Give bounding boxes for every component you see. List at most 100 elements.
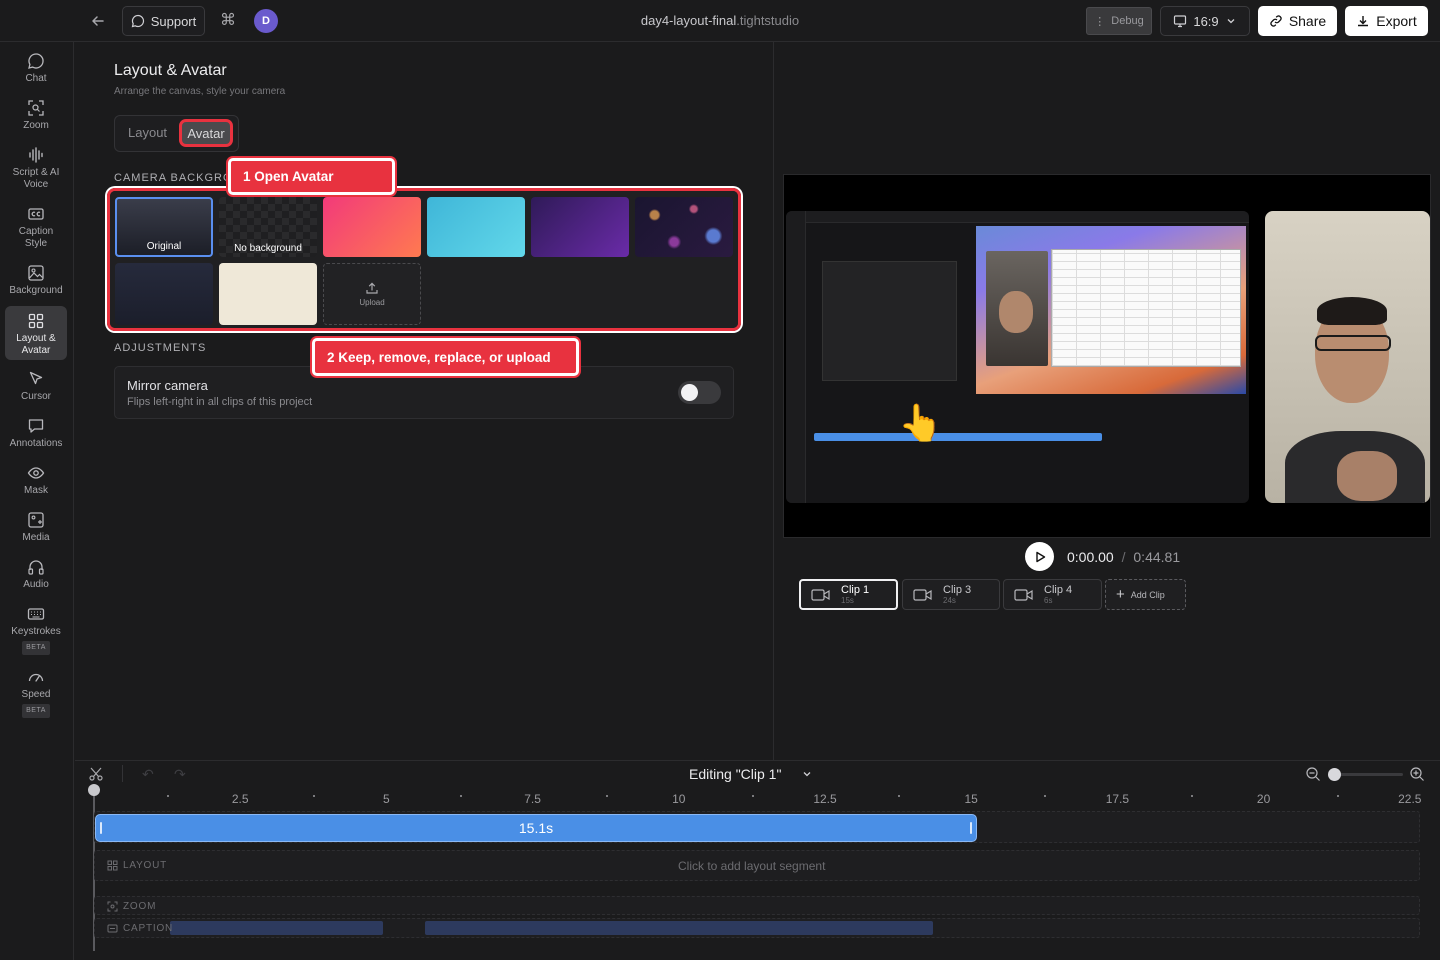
beta-badge: BETA (22, 641, 50, 655)
ruler-minor-tick (1336, 795, 1339, 797)
sidebar-item-caption-style[interactable]: Caption Style (5, 205, 67, 251)
sidebar-item-layout-avatar[interactable]: Layout & Avatar (5, 306, 67, 360)
clip-card-3[interactable]: Clip 3 24s (902, 579, 1000, 610)
clip-card-1[interactable]: Clip 1 15s (799, 579, 898, 610)
grid-layout-icon (28, 313, 44, 329)
clip-length: 24s (943, 596, 956, 605)
support-button[interactable]: Support (122, 6, 205, 36)
debug-button[interactable]: ⋮ Debug (1086, 7, 1152, 35)
grid-layout-icon (107, 860, 118, 871)
zoom-track-label: ZOOM (107, 901, 156, 912)
swatch-original[interactable]: Original (115, 197, 213, 257)
callout-keep-remove-replace: 2 Keep, remove, replace, or upload (312, 338, 579, 376)
clip-bar-handle-left[interactable] (100, 822, 102, 834)
current-time: 0:00.00 (1067, 549, 1114, 565)
sidebar-item-label: Media (22, 532, 50, 543)
aspect-ratio-select[interactable]: 16:9 (1160, 6, 1250, 36)
sidebar-item-media[interactable]: Media (5, 511, 67, 551)
sidebar-item-label: Audio (23, 579, 49, 590)
clip-card-4[interactable]: Clip 4 6s (1003, 579, 1102, 610)
layout-track-text: LAYOUT (123, 860, 168, 871)
swatch-purple-gradient[interactable] (531, 197, 629, 257)
swatch-bokeh[interactable] (635, 197, 733, 257)
layout-avatar-panel: Layout & Avatar Arrange the canvas, styl… (75, 42, 774, 760)
sidebar-item-zoom[interactable]: Zoom (5, 99, 67, 139)
swatch-navy[interactable] (115, 263, 213, 325)
tab-layout[interactable]: Layout (128, 125, 167, 140)
sidebar-item-label: Speed (21, 689, 51, 700)
clip-bar-label: 15.1s (518, 820, 554, 836)
swatch-cream[interactable] (219, 263, 317, 325)
clip-bar-handle-right[interactable] (970, 822, 972, 834)
export-button[interactable]: Export (1345, 6, 1428, 36)
playhead-handle[interactable] (88, 784, 100, 796)
sidebar-item-mask[interactable]: Mask (5, 464, 67, 504)
swatch-upload[interactable]: Upload (323, 263, 421, 325)
chevron-down-icon (1227, 19, 1235, 24)
caption-icon (28, 208, 44, 220)
sidebar-item-label: Annotations (9, 438, 63, 449)
sidebar-item-label: Chat (25, 73, 47, 84)
eye-icon (27, 467, 45, 479)
recording-face (999, 291, 1033, 333)
chat-bubble-icon (131, 14, 144, 28)
sidebar-item-annotations[interactable]: Annotations (5, 417, 67, 457)
command-icon[interactable]: ⌘ (220, 12, 236, 30)
sidebar-item-label: Keystrokes (11, 626, 61, 637)
video-preview[interactable]: 👆 (783, 174, 1431, 538)
swatch-cyan-gradient[interactable] (427, 197, 525, 257)
sidebar-item-script-ai-voice[interactable]: Script & AI Voice (5, 146, 67, 192)
recording-topbar (806, 211, 1249, 223)
beta-badge: BETA (22, 704, 50, 718)
caption-track-text: CAPTION (123, 923, 174, 934)
sidebar-item-label: Zoom (23, 120, 49, 131)
aspect-label: 16:9 (1193, 13, 1219, 29)
ruler-tick-label: 12.5 (813, 792, 837, 806)
tab-avatar[interactable]: Avatar (179, 119, 233, 147)
clip-name: Clip 4 (1044, 584, 1073, 596)
ruler-tick-label: 5 (383, 792, 390, 806)
ruler-minor-tick (751, 795, 754, 797)
sidebar-item-speed[interactable]: Speed BETA (5, 668, 67, 722)
zoom-track[interactable] (94, 896, 1420, 915)
sidebar: Chat Zoom Script & AI Voice Caption Styl… (0, 42, 74, 960)
swatch-pink-orange-gradient[interactable] (323, 197, 421, 257)
ruler-minor-tick (1044, 795, 1047, 797)
sidebar-item-cursor[interactable]: Cursor (5, 370, 67, 410)
keyboard-icon (27, 608, 45, 620)
add-clip-button[interactable]: + Add Clip (1105, 579, 1186, 610)
share-button[interactable]: Share (1258, 6, 1337, 36)
ruler-minor-tick (1190, 795, 1193, 797)
sidebar-item-label: Layout & Avatar (16, 333, 56, 356)
chat-icon (28, 53, 44, 69)
upload-icon (366, 282, 378, 294)
zoom-frame-icon (28, 100, 44, 116)
clip-card-text: Clip 3 24s (943, 584, 971, 605)
mirror-camera-toggle[interactable] (678, 381, 721, 404)
sidebar-item-audio[interactable]: Audio (5, 558, 67, 598)
webcam-overlay (1265, 211, 1430, 503)
link-icon (1270, 15, 1282, 27)
sidebar-item-background[interactable]: Background (5, 264, 67, 304)
clip-name: Clip 1 (841, 584, 870, 596)
ruler-tick-label: 20 (1256, 792, 1271, 806)
layout-track-label: LAYOUT (107, 860, 167, 871)
back-arrow-icon[interactable] (90, 13, 108, 29)
ruler-tick-label: 10 (672, 792, 686, 806)
project-filename[interactable]: day4-layout-final.tightstudio (560, 13, 880, 28)
play-button[interactable] (1025, 542, 1054, 571)
caption-segment-1[interactable] (170, 921, 383, 935)
plus-icon: + (1116, 585, 1125, 603)
video-camera-icon (1014, 588, 1033, 601)
ruler-tick-label: 7.5 (524, 792, 541, 806)
debug-label: Debug (1111, 15, 1144, 27)
clip-card-text: Clip 4 6s (1044, 584, 1072, 605)
clip-bar[interactable]: 15.1s (95, 814, 977, 842)
add-layout-segment-hint[interactable]: Click to add layout segment (678, 859, 825, 873)
sidebar-item-keystrokes[interactable]: Keystrokes BETA (5, 605, 67, 659)
sidebar-item-chat[interactable]: Chat (5, 52, 67, 92)
swatch-no-background[interactable]: No background (219, 197, 317, 257)
caption-segment-2[interactable] (425, 921, 933, 935)
user-avatar[interactable]: D (254, 9, 278, 33)
monitor-icon (1174, 15, 1187, 28)
